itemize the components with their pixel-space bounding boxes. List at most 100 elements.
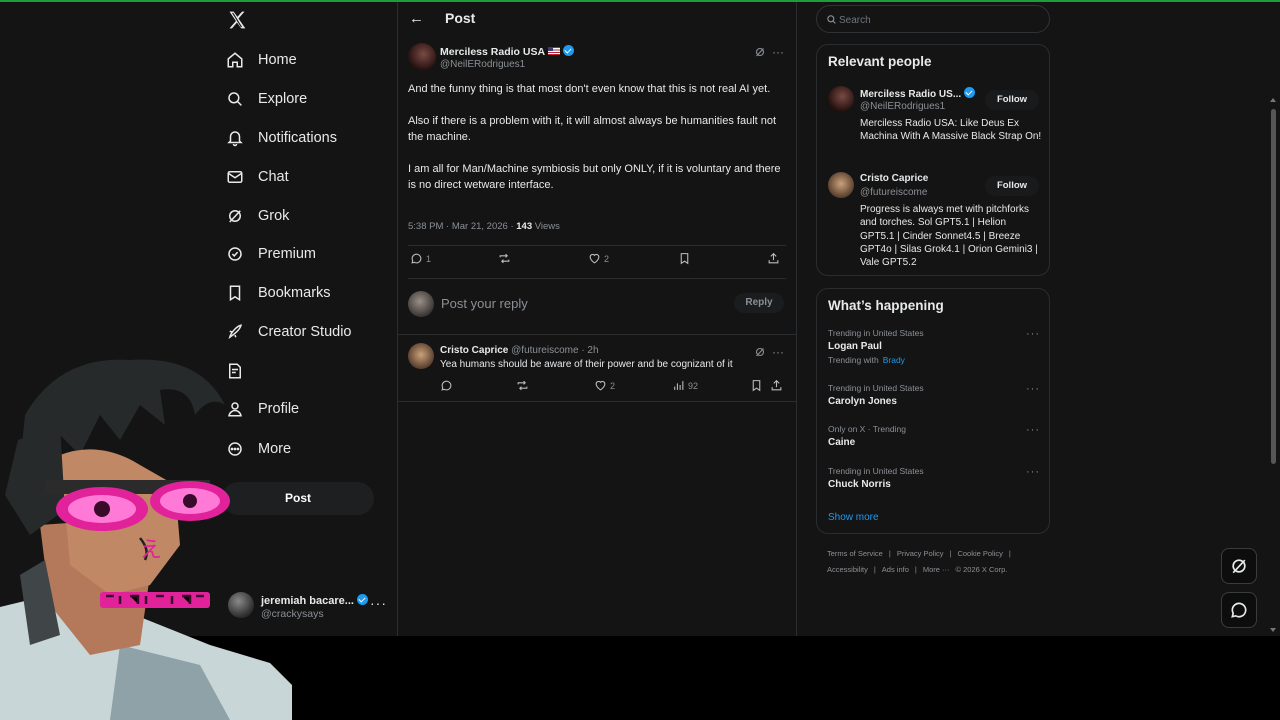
- search-icon: [827, 15, 836, 24]
- person-handle[interactable]: @NeilERodrigues1: [860, 101, 945, 112]
- divider: [398, 334, 796, 335]
- repost-action[interactable]: [498, 252, 514, 265]
- comment-author-avatar[interactable]: [408, 343, 434, 369]
- footer-link[interactable]: Terms of Service: [827, 549, 883, 558]
- views-action[interactable]: 92: [672, 379, 698, 392]
- person-name-row[interactable]: Merciless Radio US...: [860, 87, 976, 100]
- footer-link[interactable]: Accessibility: [827, 565, 868, 574]
- grok-icon[interactable]: [754, 46, 766, 58]
- reply-icon: [441, 380, 452, 391]
- more-dots-icon[interactable]: ···: [1026, 466, 1040, 478]
- more-dots-icon[interactable]: ···: [1026, 328, 1040, 340]
- more-dots-icon[interactable]: ···: [1026, 424, 1040, 436]
- grok-fab-button[interactable]: [1221, 548, 1257, 584]
- avatar[interactable]: [828, 86, 854, 112]
- more-dots-icon[interactable]: ···: [772, 345, 784, 359]
- post-author-row[interactable]: Merciless Radio USA: [440, 45, 575, 58]
- analytics-icon: [674, 381, 684, 390]
- scroll-down-arrow[interactable]: [1270, 628, 1276, 632]
- follow-button[interactable]: Follow: [985, 90, 1039, 110]
- scroll-up-arrow[interactable]: [1270, 98, 1276, 102]
- more-dots-icon[interactable]: ···: [772, 45, 784, 59]
- nav-creator-studio[interactable]: Creator Studio: [218, 315, 352, 349]
- bookmark-action[interactable]: [678, 252, 694, 265]
- reply-action[interactable]: 1: [410, 252, 431, 265]
- nav-bookmarks[interactable]: Bookmarks: [218, 276, 331, 310]
- trend-with-label: Trending with: [828, 355, 879, 365]
- comment-tools: ···: [754, 345, 784, 359]
- messages-fab-button[interactable]: [1221, 592, 1257, 628]
- bookmark-action[interactable]: [750, 379, 766, 392]
- trend-item[interactable]: Trending in United States Chuck Norris ·…: [828, 466, 1040, 490]
- comment-author-name: Cristo Caprice: [440, 345, 509, 356]
- footer-links: Terms of Service | Privacy Policy | Cookie P…: [827, 546, 1037, 578]
- reply-icon: [411, 253, 422, 264]
- trend-name: Chuck Norris: [828, 479, 891, 490]
- share-icon: [768, 252, 779, 264]
- chat-bubble-icon: [1231, 602, 1247, 618]
- main-column: ← Post Merciless Radio USA @NeilERodrigu…: [397, 2, 797, 636]
- person-handle[interactable]: @futureiscome: [860, 187, 927, 198]
- share-action[interactable]: [770, 379, 786, 392]
- avatar[interactable]: [828, 172, 854, 198]
- post-author-handle[interactable]: @NeilERodrigues1: [440, 59, 525, 70]
- trend-item[interactable]: Only on X · Trending Caine ···: [828, 424, 1040, 448]
- verified-badge-icon: [563, 45, 575, 56]
- search-box[interactable]: [816, 5, 1050, 33]
- footer-link[interactable]: Cookie Policy: [957, 549, 1002, 558]
- post-paragraph: Also if there is a problem with it, it w…: [408, 115, 777, 143]
- footer-separator: |: [1008, 549, 1011, 558]
- post-timestamp[interactable]: 5:38 PM · Mar 21, 2026 ·: [408, 221, 516, 232]
- comment-author-row[interactable]: Cristo Caprice @futureiscome · 2h: [440, 345, 599, 356]
- grok-icon: [1232, 559, 1246, 574]
- x-logo-icon[interactable]: [227, 10, 247, 30]
- footer-link[interactable]: Ads info: [882, 565, 909, 574]
- scrollbar-thumb[interactable]: [1271, 109, 1276, 464]
- trend-item[interactable]: Trending in United States Logan Paul Tre…: [828, 328, 1040, 365]
- more-dots-icon[interactable]: ···: [1026, 383, 1040, 395]
- search-input[interactable]: [839, 12, 1039, 28]
- views-label: Views: [532, 221, 560, 232]
- footer-separator: |: [914, 565, 917, 574]
- nav-explore[interactable]: Explore: [218, 82, 307, 116]
- nav-premium[interactable]: Premium: [218, 237, 316, 271]
- nav-chat[interactable]: Chat: [218, 160, 289, 194]
- footer-link[interactable]: More ···: [923, 565, 950, 574]
- page-header: ← Post: [398, 2, 796, 36]
- nav-home[interactable]: Home: [218, 43, 297, 77]
- repost-action[interactable]: [516, 379, 532, 392]
- comment-text: Yea humans should be aware of their powe…: [440, 359, 733, 370]
- nav-grok[interactable]: Grok: [218, 199, 289, 233]
- follow-button[interactable]: Follow: [985, 176, 1039, 196]
- repost-icon: [517, 380, 528, 391]
- back-arrow-icon[interactable]: ←: [409, 10, 424, 27]
- page-title: Post: [445, 10, 476, 26]
- like-action[interactable]: 2: [594, 379, 615, 392]
- person-bio: Progress is always met with pitchforks a…: [860, 204, 1038, 269]
- trend-name: Carolyn Jones: [828, 396, 897, 407]
- bookmark-icon: [752, 380, 761, 392]
- person-name: Merciless Radio US...: [860, 89, 962, 100]
- divider: [408, 278, 786, 279]
- share-action[interactable]: [767, 252, 783, 265]
- post-author-name: Merciless Radio USA: [440, 46, 546, 58]
- grok-icon[interactable]: [754, 346, 766, 358]
- trend-with-link[interactable]: Brady: [883, 355, 905, 365]
- like-action[interactable]: 2: [588, 252, 609, 265]
- search-icon: [228, 92, 242, 106]
- reply-button[interactable]: Reply: [734, 293, 784, 313]
- trend-item[interactable]: Trending in United States Carolyn Jones …: [828, 383, 1040, 407]
- trend-with-row: Trending with Brady: [828, 355, 1040, 365]
- footer-link[interactable]: Privacy Policy: [897, 549, 944, 558]
- nav-notifications[interactable]: Notifications: [218, 121, 337, 155]
- show-more-link[interactable]: Show more: [828, 512, 879, 523]
- more-dots-icon: ···: [370, 595, 387, 611]
- copyright: © 2026 X Corp.: [955, 565, 1008, 574]
- nav-creator-studio-label: Creator Studio: [258, 324, 352, 340]
- reply-input[interactable]: [441, 294, 691, 312]
- person-name-row[interactable]: Cristo Caprice: [860, 173, 928, 184]
- right-sidebar: Relevant people Merciless Radio US... @N…: [816, 2, 1051, 636]
- post-author-avatar[interactable]: [408, 43, 436, 71]
- comment-time: · 2h: [578, 345, 599, 356]
- reply-action[interactable]: [440, 379, 456, 392]
